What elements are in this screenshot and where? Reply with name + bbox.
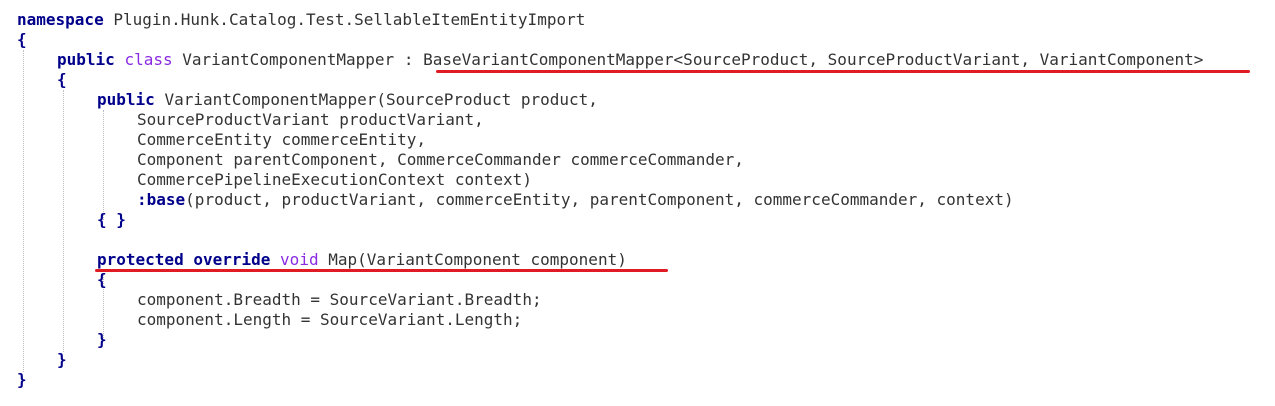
- keyword-namespace: namespace: [17, 10, 104, 29]
- keyword-void: void: [280, 250, 319, 269]
- code-line-statement: component.Breadth = SourceVariant.Breadt…: [137, 290, 542, 309]
- code-line-statement: component.Length = SourceVariant.Length;: [137, 310, 523, 329]
- code-editor: namespace Plugin.Hunk.Catalog.Test.Sella…: [0, 0, 1275, 406]
- keyword-override: override: [193, 250, 271, 269]
- annotation-underline-base-class: [436, 70, 1250, 73]
- code-line-param: SourceProductVariant productVariant,: [137, 110, 484, 129]
- code-line-param: CommercePipelineExecutionContext context…: [137, 170, 532, 189]
- namespace-name: Plugin.Hunk.Catalog.Test.SellableItemEnt…: [113, 10, 586, 29]
- code-line-class-declaration: public class VariantComponentMapper : Ba…: [57, 50, 1203, 70]
- open-brace-method: {: [97, 270, 107, 289]
- code-line-map-method: protected override void Map(VariantCompo…: [97, 250, 627, 270]
- code-line-namespace: namespace Plugin.Hunk.Catalog.Test.Sella…: [17, 10, 585, 30]
- close-brace-namespace: }: [17, 370, 27, 389]
- open-brace-class: {: [57, 70, 67, 89]
- code-line-param: CommerceEntity commerceEntity,: [137, 130, 426, 149]
- method-signature: Map(VariantComponent component): [328, 250, 627, 269]
- keyword-protected: protected: [97, 250, 184, 269]
- code-line-base-call: :base(product, productVariant, commerceE…: [137, 190, 1014, 210]
- close-brace-method: }: [97, 330, 107, 349]
- constructor-signature: VariantComponentMapper(SourceProduct pro…: [164, 90, 598, 109]
- code-line-param: Component parentComponent, CommerceComma…: [137, 150, 744, 169]
- code-line-constructor: public VariantComponentMapper(SourceProd…: [97, 90, 598, 110]
- empty-constructor-body: { }: [97, 210, 126, 229]
- open-brace-namespace: {: [17, 30, 27, 49]
- keyword-public: public: [57, 50, 115, 69]
- class-name: VariantComponentMapper: [182, 50, 395, 69]
- keyword-public: public: [97, 90, 155, 109]
- close-brace-class: }: [57, 350, 67, 369]
- inheritance-colon: :: [403, 50, 414, 69]
- base-class-name: BaseVariantComponentMapper<SourceProduct…: [423, 50, 1204, 69]
- indent-guide: [103, 110, 104, 220]
- base-call-args: (product, productVariant, commerceEntity…: [185, 190, 1014, 209]
- keyword-class: class: [124, 50, 173, 69]
- indent-guide: [23, 50, 24, 372]
- annotation-underline-map-method: [95, 269, 668, 272]
- keyword-base: :base: [137, 190, 186, 209]
- indent-guide: [63, 90, 64, 352]
